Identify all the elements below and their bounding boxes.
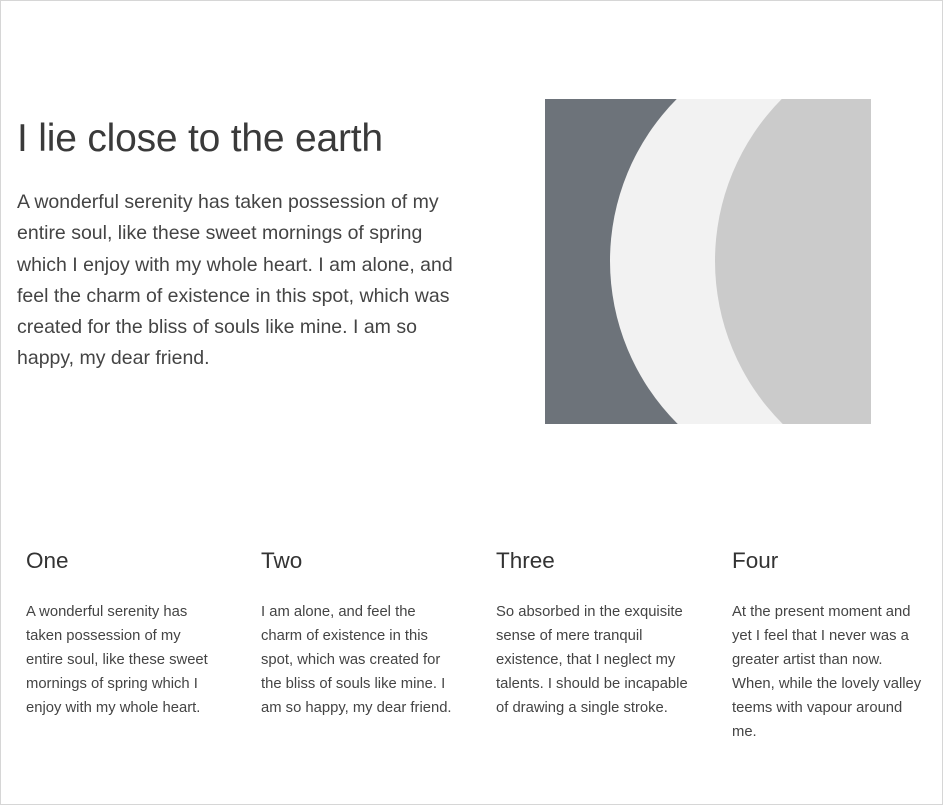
feature-column-two: Two I am alone, and feel the charm of ex… <box>261 545 456 720</box>
feature-text: I am alone, and feel the charm of existe… <box>261 604 452 716</box>
hero-paragraph: A wonderful serenity has taken possessio… <box>17 191 453 370</box>
feature-title: Two <box>261 548 303 573</box>
feature-title: One <box>26 548 69 573</box>
feature-text: So absorbed in the exquisite sense of me… <box>496 604 688 716</box>
feature-title: Three <box>496 548 555 573</box>
feature-text: At the present moment and yet I feel tha… <box>732 604 922 740</box>
feature-column-three: Three So absorbed in the exquisite sense… <box>496 545 691 720</box>
page-frame: I lie close to the earth A wonderful ser… <box>0 0 943 805</box>
hero-illustration <box>545 99 871 424</box>
feature-column-four: Four At the present moment and yet I fee… <box>732 545 927 744</box>
feature-title: Four <box>732 548 779 573</box>
feature-column-one: One A wonderful serenity has taken posse… <box>26 545 221 720</box>
hero-title: I lie close to the earth <box>17 117 383 160</box>
feature-text: A wonderful serenity has taken possessio… <box>26 604 208 716</box>
